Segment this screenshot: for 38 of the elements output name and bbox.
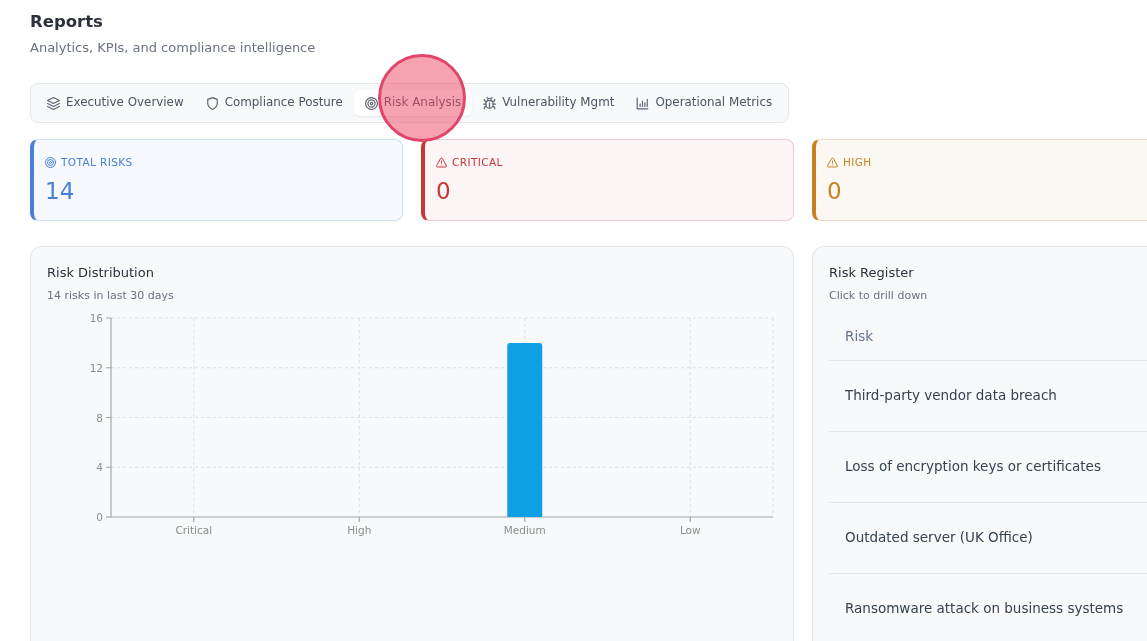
stat-value: 14 (45, 177, 75, 206)
y-axis-label: 4 (96, 461, 103, 474)
stat-value: 0 (436, 177, 451, 206)
page-subtitle: Analytics, KPIs, and compliance intelligence (30, 39, 316, 57)
table-cell[interactable]: Outdated server (UK Office) (845, 527, 1033, 548)
panel-title: Risk Distribution (47, 264, 155, 282)
tab[interactable]: Executive Overview (36, 90, 195, 116)
y-axis-label: 8 (96, 411, 103, 424)
stat-label: HIGH (843, 155, 872, 170)
tab[interactable]: Operational Metrics (625, 90, 784, 116)
tab[interactable]: Vulnerability Mgmt (472, 90, 626, 116)
stat-value: 0 (827, 177, 842, 206)
x-axis-label: Critical (175, 524, 213, 536)
x-axis-label: Medium (503, 524, 546, 536)
table-cell[interactable]: Third-party vendor data breach (845, 385, 1057, 406)
table-cell[interactable]: Ransomware attack on business systems (845, 598, 1124, 619)
target-icon (364, 96, 378, 110)
column-header: Risk (845, 326, 873, 346)
x-axis-label: High (347, 524, 372, 536)
panel-subtitle: Click to drill down (829, 288, 929, 304)
layers-icon (47, 96, 60, 110)
y-axis-label: 12 (89, 361, 103, 374)
bug-icon (483, 96, 497, 110)
target-icon (45, 156, 56, 168)
x-axis-label: Low (679, 524, 701, 536)
bar-chart-icon (636, 96, 650, 110)
stat-label: TOTAL RISKS (61, 155, 133, 170)
tab[interactable]: Compliance Posture (194, 90, 354, 116)
panel-title: Risk Register (829, 264, 915, 282)
shield-icon (205, 96, 219, 110)
y-axis-label: 16 (89, 312, 103, 324)
warning-icon (436, 156, 447, 168)
panel-subtitle: 14 risks in last 30 days (47, 288, 175, 304)
stat-label: CRITICAL (452, 155, 503, 170)
page-title: Reports (30, 11, 103, 33)
table-cell[interactable]: Loss of encryption keys or certificates (845, 456, 1101, 477)
warning-icon (827, 156, 838, 168)
y-axis-label: 0 (96, 511, 103, 523)
